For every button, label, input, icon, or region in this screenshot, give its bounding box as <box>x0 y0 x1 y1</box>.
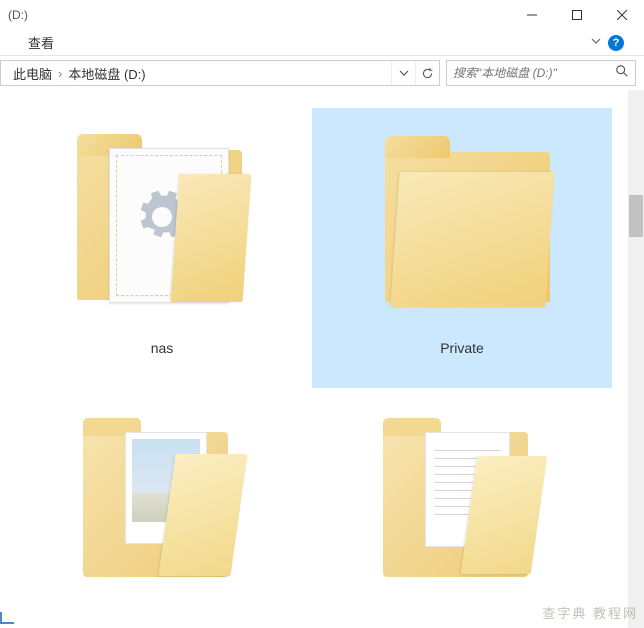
ribbon-tabs: 查看 ? <box>0 30 644 56</box>
folder-icon <box>357 402 567 560</box>
folder-icon <box>57 122 267 332</box>
folder-label: Private <box>440 340 484 356</box>
help-icon[interactable]: ? <box>608 35 624 51</box>
breadcrumb-seg-1[interactable]: 本地磁盘 (D:) <box>64 64 149 83</box>
titlebar: (D:) <box>0 0 644 30</box>
address-bar[interactable]: 此电脑 › 本地磁盘 (D:) <box>0 60 440 86</box>
breadcrumb-seg-0[interactable]: 此电脑 <box>9 64 56 83</box>
folder-item-private[interactable]: Private <box>312 108 612 388</box>
breadcrumb-separator-icon[interactable]: › <box>56 66 64 81</box>
search-box[interactable] <box>446 60 636 86</box>
history-dropdown-icon[interactable] <box>391 61 415 85</box>
folder-icon <box>57 402 267 560</box>
refresh-icon[interactable] <box>415 61 439 85</box>
minimize-button[interactable] <box>509 0 554 30</box>
folder-icon <box>357 122 567 332</box>
folder-item[interactable] <box>12 388 312 568</box>
address-row: 此电脑 › 本地磁盘 (D:) <box>0 56 644 90</box>
folder-label: nas <box>151 340 174 356</box>
folder-item[interactable] <box>312 388 612 568</box>
view-tab[interactable]: 查看 <box>20 31 62 54</box>
content-area: nas Private <box>0 90 644 628</box>
folder-item-nas[interactable]: nas <box>12 108 312 388</box>
selection-corner-icon <box>0 612 14 624</box>
folder-grid: nas Private <box>12 108 632 568</box>
window-controls <box>509 0 644 30</box>
ribbon-collapse-icon[interactable] <box>590 34 602 52</box>
scrollbar[interactable] <box>628 90 644 628</box>
window-title: (D:) <box>8 8 509 22</box>
maximize-button[interactable] <box>554 0 599 30</box>
close-button[interactable] <box>599 0 644 30</box>
scrollbar-thumb[interactable] <box>629 195 643 237</box>
watermark: 查字典 教程网 <box>542 603 638 622</box>
search-input[interactable] <box>453 66 615 80</box>
search-icon[interactable] <box>615 64 629 83</box>
